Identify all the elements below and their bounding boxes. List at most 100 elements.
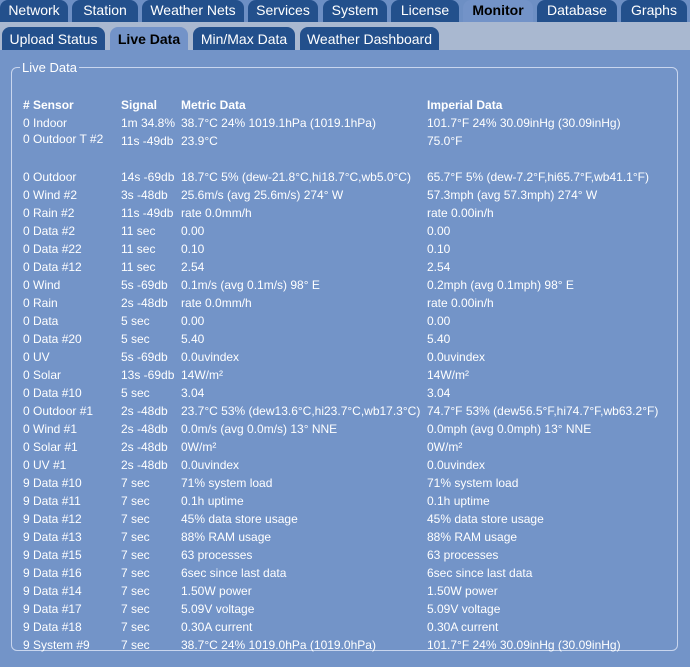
cell-sensor: 0 Outdoor #1: [23, 404, 94, 418]
cell-sensor: 9 Data #15: [23, 548, 82, 562]
cell-metric: 0.10: [181, 242, 205, 256]
cell-metric: 23.9°C: [181, 134, 218, 148]
tab-monitor[interactable]: Monitor: [463, 0, 533, 22]
subtab-weather-dashboard[interactable]: Weather Dashboard: [300, 27, 439, 50]
cell-signal: 7 sec: [121, 566, 150, 580]
cell-sensor: 0 Data #12: [23, 260, 82, 274]
table-row: 0 Wind #1 2s -48db 0.0m/s (avg 0.0m/s) 13°…: [23, 420, 677, 438]
cell-metric: 0.0uvindex: [181, 350, 240, 364]
table-row: 0 Data #2 11 sec 0.00 0.00: [23, 222, 677, 240]
table-row: 9 Data #17 7 sec 5.09V voltage 5.09V voltag…: [23, 600, 677, 618]
table-row: 0 Solar 13s -69db 14W/m² 14W/m²: [23, 366, 677, 384]
table-row: 9 Data #13 7 sec 88% RAM usage 88% RAM usag…: [23, 528, 677, 546]
cell-metric: rate 0.0mm/h: [181, 206, 252, 220]
tab-weather-nets[interactable]: Weather Nets: [142, 0, 244, 22]
cell-signal: 7 sec: [121, 602, 150, 616]
cell-signal: 7 sec: [121, 476, 150, 490]
tab-license[interactable]: License: [391, 0, 459, 22]
cell-sensor: 0 Data #22: [23, 242, 82, 256]
cell-sensor: 9 System #9: [23, 638, 90, 652]
table-row: 0 Wind #2 3s -48db 25.6m/s (avg 25.6m/s) 2…: [23, 186, 677, 204]
cell-sensor: 0 Outdoor: [23, 170, 77, 184]
cell-sensor: 9 Data #10: [23, 476, 82, 490]
cell-sensor: 9 Data #18: [23, 620, 82, 634]
tab-network[interactable]: Network: [0, 0, 68, 22]
cell-signal: 13s -69db: [121, 368, 175, 382]
table-row: 9 Data #10 7 sec 71% system load 71% system…: [23, 474, 677, 492]
subtab-live-data[interactable]: Live Data: [110, 27, 188, 50]
cell-imperial: 0.00: [427, 314, 451, 328]
cell-imperial: 5.09V voltage: [427, 602, 501, 616]
tab-system[interactable]: System: [323, 0, 387, 22]
cell-imperial: 88% RAM usage: [427, 530, 518, 544]
cell-signal: 5s -69db: [121, 278, 168, 292]
cell-metric: 38.7°C 24% 1019.1hPa (1019.1hPa): [181, 116, 376, 130]
cell-metric: 2.54: [181, 260, 205, 274]
cell-signal: 5s -69db: [121, 350, 168, 364]
cell-metric: 0.00: [181, 224, 205, 238]
cell-imperial: 1.50W power: [427, 584, 498, 598]
tab-graphs[interactable]: Graphs: [621, 0, 687, 22]
subtab-upload-status[interactable]: Upload Status: [2, 27, 105, 50]
cell-metric: 45% data store usage: [181, 512, 298, 526]
panel-legend: Live Data: [22, 60, 77, 75]
cell-sensor: 0 Solar #1: [23, 440, 78, 454]
cell-sensor: 0 Wind #2: [23, 188, 78, 202]
cell-signal: 11s -49db: [121, 134, 174, 148]
cell-signal: 7 sec: [121, 512, 150, 526]
cell-signal: 5 sec: [121, 386, 150, 400]
cell-imperial: 45% data store usage: [427, 512, 544, 526]
cell-metric: 0.1h uptime: [181, 494, 244, 508]
cell-signal: 7 sec: [121, 548, 150, 562]
table-row: 0 UV #1 2s -48db 0.0uvindex 0.0uvindex: [23, 456, 677, 474]
table-row: 0 Data #22 11 sec 0.10 0.10: [23, 240, 677, 258]
cell-metric: 1.50W power: [181, 584, 252, 598]
cell-sensor: 9 Data #16: [23, 566, 82, 580]
cell-metric: 38.7°C 24% 1019.0hPa (1019.0hPa): [181, 638, 376, 652]
cell-sensor: 0 Rain: [23, 296, 58, 310]
cell-metric: 63 processes: [181, 548, 253, 562]
cell-imperial: rate 0.00in/h: [427, 206, 494, 220]
tab-station[interactable]: Station: [72, 0, 138, 22]
cell-imperial: 5.40: [427, 332, 451, 346]
cell-sensor: 0 Rain #2: [23, 206, 75, 220]
cell-metric: 0.1m/s (avg 0.1m/s) 98° E: [181, 278, 320, 292]
tab-database[interactable]: Database: [537, 0, 617, 22]
table-row: 0 UV 5s -69db 0.0uvindex 0.0uvindex: [23, 348, 677, 366]
top-tab-bar: Network Station Weather Nets Services Sy…: [0, 0, 690, 22]
cell-sensor: 0 UV #1: [23, 458, 67, 472]
table-row: 0 Outdoor T #2 11s -49db 23.9°C 75.0°F: [23, 132, 677, 168]
cell-signal: 2s -48db: [121, 296, 168, 310]
cell-signal: 7 sec: [121, 584, 150, 598]
cell-metric: 0.00: [181, 314, 205, 328]
cell-signal: 11s -49db: [121, 206, 174, 220]
cell-sensor: 0 Indoor: [23, 116, 68, 130]
col-sensor: # Sensor: [23, 98, 74, 112]
cell-signal: 2s -48db: [121, 422, 168, 436]
cell-imperial: 0W/m²: [427, 440, 463, 454]
cell-signal: 1m 34.8%: [121, 116, 176, 130]
tab-services[interactable]: Services: [248, 0, 318, 22]
cell-signal: 2s -48db: [121, 440, 168, 454]
cell-signal: 14s -69db: [121, 170, 175, 184]
table-row: 9 Data #11 7 sec 0.1h uptime 0.1h uptime: [23, 492, 677, 510]
cell-signal: 2s -48db: [121, 458, 168, 472]
subtab-min-max-data[interactable]: Min/Max Data: [193, 27, 295, 50]
cell-imperial: 57.3mph (avg 57.3mph) 274° W: [427, 188, 598, 202]
table-row: 9 Data #12 7 sec 45% data store usage 45% d…: [23, 510, 677, 528]
cell-sensor: 9 Data #14: [23, 584, 82, 598]
cell-sensor: 0 Wind: [23, 278, 61, 292]
cell-imperial: 14W/m²: [427, 368, 469, 382]
cell-imperial: 0.10: [427, 242, 451, 256]
cell-metric: 5.09V voltage: [181, 602, 255, 616]
cell-imperial: 0.0uvindex: [427, 458, 486, 472]
table-row: 0 Rain 2s -48db rate 0.0mm/h rate 0.00in/h: [23, 294, 677, 312]
cell-imperial: 0.00: [427, 224, 451, 238]
table-row: 9 Data #14 7 sec 1.50W power 1.50W power: [23, 582, 677, 600]
cell-imperial: 3.04: [427, 386, 451, 400]
cell-imperial: 6sec since last data: [427, 566, 533, 580]
table-body: 0 Indoor 1m 34.8% 38.7°C 24% 1019.1hPa (10…: [23, 114, 677, 654]
table-row: 9 System #9 7 sec 38.7°C 24% 1019.0hPa (10…: [23, 636, 677, 654]
table-row: 0 Indoor 1m 34.8% 38.7°C 24% 1019.1hPa (10…: [23, 114, 677, 132]
cell-metric: 0.0m/s (avg 0.0m/s) 13° NNE: [181, 422, 338, 436]
